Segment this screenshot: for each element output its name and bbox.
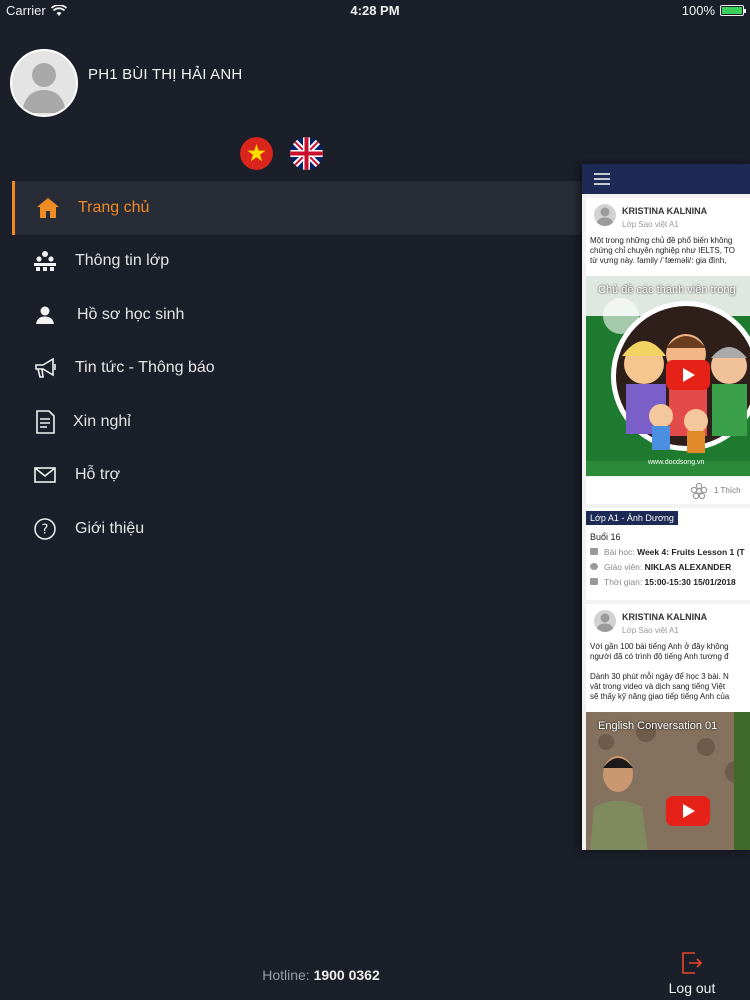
lesson-session: Buổi 16 [590,532,621,542]
book-icon [590,548,598,555]
battery-indicator: 100% [681,3,746,18]
status-bar: Carrier 4:28 PM 100% [0,0,750,22]
video-title: English Conversation 01 [598,720,718,732]
teacher-icon [590,563,598,570]
home-icon [35,195,61,221]
menu-label-student-profile: Hồ sơ học sinh [77,305,185,323]
megaphone-icon [32,355,58,381]
teacher-label: Giáo viên: [604,562,645,572]
profile-name: PH1 BÙI THỊ HẢI ANH [88,66,243,83]
conversation-video-thumbnail [586,712,750,850]
preview-header [582,164,750,194]
uk-flag-icon[interactable] [290,137,323,170]
menu-item-student-profile[interactable]: Hồ sơ học sinh [12,288,582,342]
language-switcher [240,137,323,170]
youtube-play-icon[interactable] [666,360,710,390]
post-text: Với gần 100 bài tiếng Anh ở đây không ng… [590,642,730,701]
hamburger-menu-icon[interactable] [594,173,610,185]
envelope-icon [32,462,58,488]
hotline-number[interactable]: 1900 0362 [314,967,380,983]
hotline: Hotline: 1900 0362 [0,967,642,983]
menu-item-leave-request[interactable]: Xin nghỉ [12,395,582,449]
lesson-teacher-row: Giáo viên: NIKLAS ALEXANDER [586,557,750,572]
menu-item-home[interactable]: Trang chủ [12,181,582,235]
teacher-value: NIKLAS ALEXANDER [644,562,732,572]
leave-request-icon [32,409,58,435]
class-info-icon [32,248,58,274]
post-text: Một trong những chủ đề phổ biến không ch… [590,236,736,265]
menu-label-class-info: Thông tin lớp [75,252,170,270]
logout-icon [682,952,703,974]
svg-text:?: ? [42,522,49,537]
post-like-bar: 1 Thích [586,476,750,504]
lesson-title-row: Bài học: Week 4: Fruits Lesson 1 (T [586,542,750,557]
hotline-label: Hotline: [262,967,314,983]
side-menu: Trang chủ Thông tin lớp Hồ sơ học sinh T… [12,181,582,556]
menu-item-about[interactable]: ? Giới thiệu [12,502,582,556]
time-label: Thời gian: [604,577,645,587]
post-author: KRISTINA KALNINA [622,206,708,216]
battery-percent: 100% [681,3,715,18]
time-value: 15:00-15:30 15/01/2018 [644,577,736,587]
post-class: Lớp Sao việt A1 [622,220,679,229]
video-thumbnail[interactable]: Chủ đề các thành viên trong www.docdsong… [586,276,750,476]
logout-button[interactable]: Log out [664,952,720,996]
menu-label-about: Giới thiệu [75,519,145,537]
like-count: 1 Thích [714,486,741,495]
youtube-play-icon[interactable] [666,796,710,826]
vietnamese-flag-icon[interactable] [240,137,273,170]
calendar-icon [590,578,598,585]
video-title: Chủ đề các thành viên trong [598,284,736,296]
video-thumbnail[interactable]: English Conversation 01 [586,712,750,850]
post-author-avatar [594,610,616,632]
lesson-label: Bài học: [604,547,638,557]
class-badge: Lớp A1 - Ánh Dương [586,511,678,525]
post-author: KRISTINA KALNINA [622,612,708,622]
menu-item-news[interactable]: Tin tức - Thông báo [12,342,582,396]
question-icon: ? [32,516,58,542]
user-avatar-icon [12,51,76,115]
video-watermark: www.docdsong.vn [648,459,705,466]
lesson-card[interactable]: Lớp A1 - Ánh Dương Buổi 16 Bài học: Week… [586,508,750,600]
student-profile-icon [32,302,58,328]
menu-label-leave-request: Xin nghỉ [73,412,131,430]
lesson-value: Week 4: Fruits Lesson 1 (T [637,547,745,557]
avatar[interactable] [10,49,78,117]
menu-item-class-info[interactable]: Thông tin lớp [12,235,582,289]
post-class: Lớp Sao việt A1 [622,626,679,635]
clock: 4:28 PM [350,3,400,18]
post-author-avatar [594,204,616,226]
menu-item-support[interactable]: Hỗ trợ [12,449,582,503]
menu-label-home: Trang chủ [78,198,150,216]
post-card[interactable]: KRISTINA KALNINA Lớp Sao việt A1 Với gần… [586,604,750,850]
battery-icon [720,5,746,16]
home-preview-panel[interactable]: KRISTINA KALNINA Lớp Sao việt A1 Một tro… [582,164,750,850]
post-card[interactable]: KRISTINA KALNINA Lớp Sao việt A1 Một tro… [586,198,750,504]
logout-label: Log out [668,980,716,996]
like-flower-icon[interactable] [690,483,708,499]
menu-label-news: Tin tức - Thông báo [75,359,215,377]
menu-label-support: Hỗ trợ [75,466,121,484]
lesson-time-row: Thời gian: 15:00-15:30 15/01/2018 [586,572,750,587]
